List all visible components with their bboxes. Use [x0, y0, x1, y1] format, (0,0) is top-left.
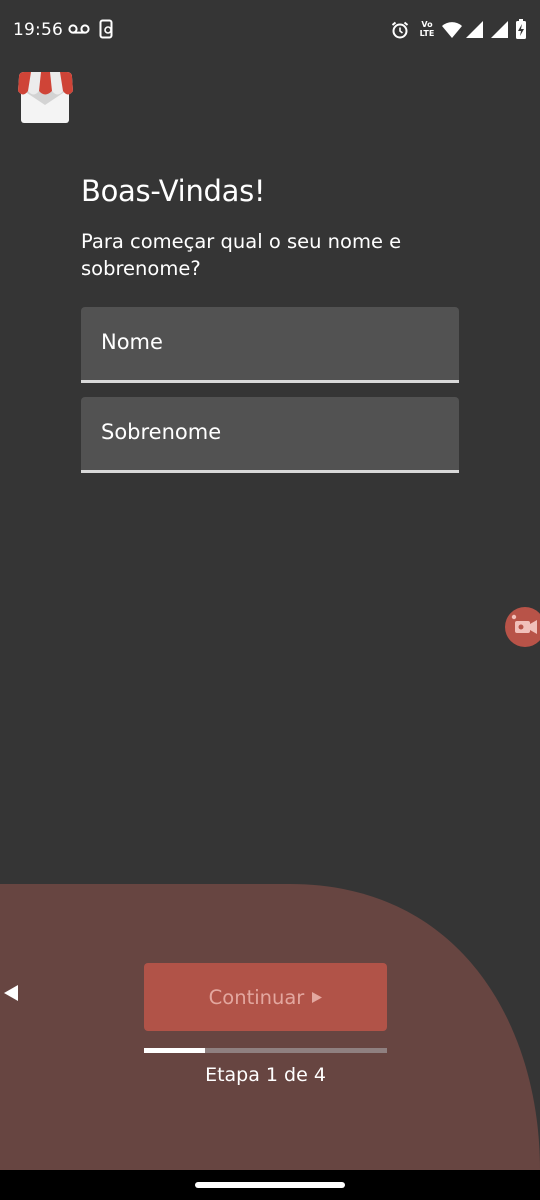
volte-icon: Vo LTE [417, 20, 437, 38]
welcome-subtitle: Para começar qual o seu nome e sobrenome… [81, 230, 402, 280]
video-record-icon [511, 614, 537, 634]
last-name-field[interactable] [81, 397, 459, 473]
last-name-input[interactable] [81, 397, 459, 470]
home-gesture-handle[interactable] [195, 1182, 345, 1188]
screen-record-button[interactable] [505, 607, 540, 647]
continue-button[interactable]: Continuar [144, 963, 387, 1031]
battery-charging-icon [516, 19, 526, 39]
phone-screen-icon [99, 19, 113, 39]
triangle-left-icon[interactable] [4, 985, 20, 1001]
triangle-right-icon [312, 991, 323, 1003]
voicemail-icon [68, 24, 90, 34]
progress-fill [144, 1048, 205, 1053]
volte-top-text: Vo [421, 20, 433, 29]
signal-icon [466, 21, 483, 38]
status-time: 19:56 [13, 20, 63, 40]
welcome-title: Boas-Vindas! [81, 174, 266, 208]
continue-label: Continuar [208, 985, 305, 1009]
status-bar: 19:56 Vo LTE [0, 0, 540, 60]
wifi-icon [442, 22, 462, 38]
first-name-input[interactable] [81, 307, 459, 380]
progress-bar [144, 1048, 387, 1053]
alarm-icon [391, 21, 409, 39]
step-label: Etapa 1 de 4 [205, 1064, 326, 1086]
storefront-awning-icon [18, 72, 73, 123]
volte-bottom-text: LTE [419, 29, 435, 38]
signal-icon [491, 21, 508, 38]
first-name-field[interactable] [81, 307, 459, 383]
